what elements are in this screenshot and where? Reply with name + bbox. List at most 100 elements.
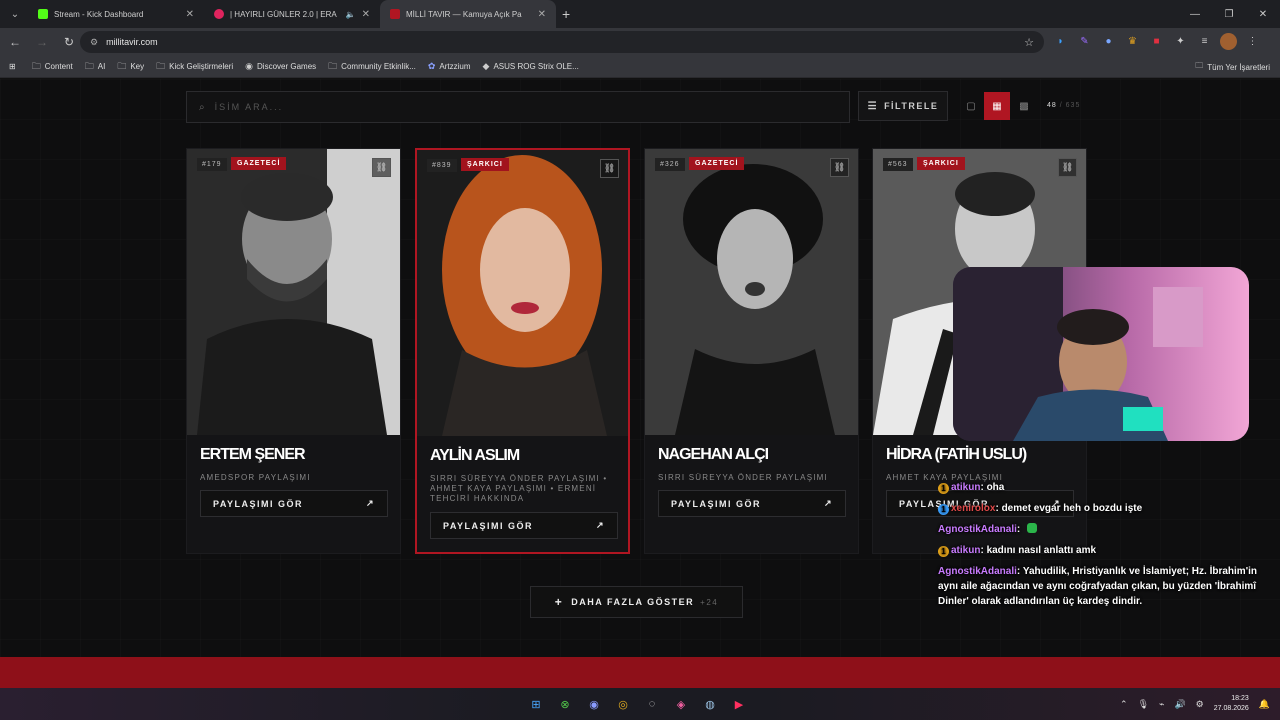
search-placeholder: İSİM ARA... [214, 102, 284, 112]
settings-icon[interactable]: ⚙ [1196, 699, 1204, 710]
role-badge: ŞARKICI [917, 157, 965, 170]
show-more-button[interactable]: + DAHA FAZLA GÖSTER +24 [530, 586, 743, 618]
person-name: ERTEM ŞENER [200, 446, 306, 463]
steam-icon[interactable]: ◍ [700, 694, 720, 714]
folder-icon: 🗀 [84, 60, 94, 71]
person-photo [417, 150, 628, 436]
chat-text: oha [986, 482, 1005, 493]
bookmark-discover-games[interactable]: ◉ Discover Games [245, 61, 316, 72]
card-number: #839 [427, 159, 457, 172]
chrome-icon[interactable]: ◎ [613, 694, 633, 714]
extension-icon[interactable]: ◗ [1052, 33, 1069, 50]
person-card[interactable]: #326 GAZETECİ ⛓ NAGEHAN ALÇI SIRRI SÜREY… [644, 148, 859, 554]
extension-icon[interactable]: ✎ [1076, 33, 1093, 50]
minimize-icon[interactable]: — [1178, 0, 1212, 28]
media-player-icon[interactable]: ▶ [729, 694, 749, 714]
close-icon[interactable]: ✕ [362, 9, 370, 20]
close-window-icon[interactable]: ✕ [1246, 0, 1280, 28]
obs-icon[interactable]: ◌ [642, 694, 662, 714]
chat-text: demet evgar heh o bozdu işte [1001, 503, 1143, 514]
chat-message: AgnostikAdanali: [938, 522, 1268, 537]
view-share-button[interactable]: PAYLAŞIMI GÖR ↗ [658, 490, 846, 517]
windows-start-icon[interactable]: ⊞ [526, 694, 546, 714]
apps-grid-icon[interactable]: ⊞ [9, 62, 16, 71]
bookmark-content[interactable]: 🗀 Content [32, 59, 73, 75]
site-info-icon[interactable]: ⚙ [90, 37, 98, 48]
link-icon[interactable]: ⛓ [600, 159, 619, 178]
tab-title: Stream - Kick Dashboard [54, 9, 144, 19]
bookmark-key[interactable]: 🗀 Key [117, 59, 144, 75]
close-icon[interactable]: ✕ [186, 9, 194, 20]
extension-icon[interactable]: ♛ [1124, 33, 1141, 50]
tray-chevron-icon[interactable]: ⌃ [1120, 699, 1128, 710]
tab-title: | HAYIRLI GÜNLER 2.0 | ERA [230, 9, 337, 19]
role-badge: GAZETECİ [231, 157, 287, 170]
new-tab-icon[interactable]: + [562, 6, 570, 22]
url-text: millitavir.com [106, 37, 158, 47]
discord-icon: ◉ [245, 61, 254, 71]
reload-icon[interactable]: ↻ [57, 30, 81, 54]
view-share-button[interactable]: PAYLAŞIMI GÖR ↗ [200, 490, 388, 517]
bookmark-artzzium[interactable]: ✿ Artzzium [428, 61, 471, 72]
sub-badge-icon: 1 [938, 483, 949, 494]
all-bookmarks[interactable]: 🗀 Tüm Yer İşaretleri [1195, 56, 1270, 78]
tab-kick-dashboard[interactable]: Stream - Kick Dashboard ✕ [28, 0, 204, 28]
artzzium-icon: ✿ [427, 61, 436, 71]
volume-icon[interactable]: 🔊 [1174, 699, 1185, 710]
back-icon[interactable]: ← [3, 30, 27, 54]
clock[interactable]: 18:23 27.08.2026 [1214, 694, 1249, 714]
tab-milli-tavir[interactable]: MİLLİ TAVIR — Kamuya Açık Pa ✕ [380, 0, 556, 28]
filter-button[interactable]: ☰ FİLTRELE [858, 91, 948, 121]
link-icon[interactable]: ⛓ [830, 158, 849, 177]
link-icon[interactable]: ⛓ [372, 158, 391, 177]
microphone-icon[interactable]: 🎙 [1138, 699, 1149, 710]
view-share-button[interactable]: PAYLAŞIMI GÖR ↗ [430, 512, 618, 539]
sub-badge-icon: 1 [938, 504, 949, 515]
chat-username: AgnostikAdanali [938, 566, 1017, 577]
link-icon[interactable]: ⛓ [1058, 158, 1077, 177]
close-icon[interactable]: ✕ [538, 9, 546, 20]
instagram-icon[interactable]: ◈ [671, 694, 691, 714]
folder-icon: 🗀 [31, 60, 41, 71]
view-grid-icon[interactable]: ▦ [984, 92, 1010, 120]
chat-overlay: 1 atikun: oha 1 xenirolox: demet evgar heh… [938, 480, 1268, 615]
maximize-icon[interactable]: ❐ [1212, 0, 1246, 28]
network-icon[interactable]: ⌁ [1159, 699, 1164, 710]
forward-icon[interactable]: → [30, 30, 54, 54]
view-single-icon[interactable]: ▢ [958, 92, 984, 120]
bookmark-star-icon[interactable]: ☆ [1024, 36, 1034, 49]
person-card[interactable]: #839 ŞARKICI ⛓ AYLİN ASLIM SIRRI SÜREYYA… [415, 148, 630, 554]
filter-icon: ☰ [867, 100, 879, 112]
extension-icon[interactable]: ■ [1148, 33, 1165, 50]
xbox-icon[interactable]: ⊗ [555, 694, 575, 714]
puzzle-icon[interactable]: ✦ [1172, 33, 1189, 50]
tab-stream-video[interactable]: | HAYIRLI GÜNLER 2.0 | ERA 🔈 ✕ [204, 0, 380, 28]
profile-avatar[interactable] [1220, 33, 1237, 50]
show-more-label: DAHA FAZLA GÖSTER [571, 597, 695, 607]
url-input[interactable]: ⚙ millitavir.com ☆ [80, 31, 1044, 53]
tab-search-icon[interactable]: ⌄ [2, 4, 28, 24]
menu-kebab-icon[interactable]: ⋮ [1244, 33, 1261, 50]
bookmark-asus[interactable]: ◆ ASUS ROG Strix OLE... [483, 61, 579, 72]
discord-icon[interactable]: ◉ [584, 694, 604, 714]
search-input[interactable]: ⌕ İSİM ARA... [186, 91, 850, 123]
filter-label: FİLTRELE [884, 101, 939, 111]
bookmark-kick-dev[interactable]: 🗀 Kick Geliştirmeleri [156, 59, 233, 75]
sub-badge-icon: 1 [938, 546, 949, 557]
media-icon[interactable]: ≡ [1196, 33, 1213, 50]
chat-username: AgnostikAdanali [938, 524, 1017, 535]
taskbar: ⊞ ⊗ ◉ ◎ ◌ ◈ ◍ ▶ ⌃ 🎙 ⌁ 🔊 ⚙ 18:23 27.08.20… [0, 688, 1280, 720]
view-dense-grid-icon[interactable]: ▩ [1011, 92, 1037, 120]
person-card[interactable]: #179 GAZETECİ ⛓ ERTEM ŞENER AMEDSPOR PAY… [186, 148, 401, 554]
extension-icon[interactable]: ● [1100, 33, 1117, 50]
chat-username: xenirolox [951, 503, 996, 514]
chat-message: 1 atikun: kadını nasıl anlattı amk [938, 543, 1268, 558]
chat-text: kadını nasıl anlattı amk [986, 545, 1097, 556]
bookmark-ai[interactable]: 🗀 AI [85, 59, 106, 75]
card-number: #563 [883, 158, 913, 171]
bookmark-community[interactable]: 🗀 Community Etkinlik... [328, 59, 416, 75]
notifications-icon[interactable]: 🔔 [1259, 699, 1270, 710]
speaker-icon[interactable]: 🔈 [346, 10, 356, 19]
footer-band [0, 657, 1280, 688]
arrow-up-right-icon: ↗ [365, 498, 375, 508]
